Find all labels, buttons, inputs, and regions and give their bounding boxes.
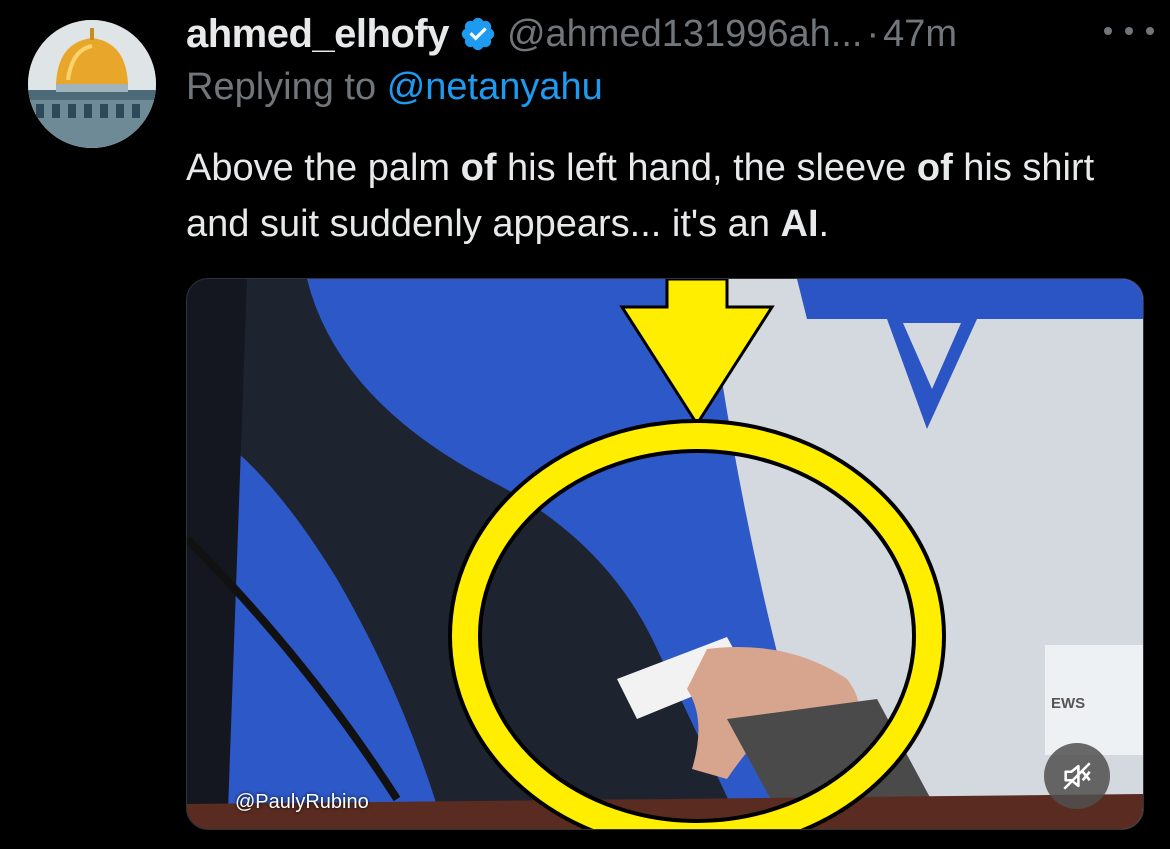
tweet-text: Above the palm of his left hand, the sle…: [186, 140, 1146, 252]
tweet-timestamp[interactable]: 47m: [883, 13, 957, 56]
more-options-icon[interactable]: [1104, 16, 1154, 46]
header-separator: ·: [866, 12, 880, 55]
video-credit-watermark: @PaulyRubino: [235, 791, 369, 813]
news-channel-logo: EWS: [1051, 695, 1086, 712]
tweet-header: ahmed_elhofy @ahmed131996ah... · 47m: [186, 10, 1150, 58]
replying-to-label: Replying to: [186, 66, 377, 108]
tweet-text-bold: of: [460, 147, 497, 189]
author-handle[interactable]: @ahmed131996ah...: [507, 13, 863, 56]
replying-to: Replying to @netanyahu: [186, 66, 603, 109]
video-frame: [187, 279, 1143, 829]
tweet-text-bold: AI: [780, 203, 819, 245]
verified-badge-icon[interactable]: [459, 15, 497, 53]
tweet-video[interactable]: EWS @PaulyRubino: [186, 278, 1144, 830]
tweet-text-segment: his left hand, the sleeve: [496, 147, 917, 189]
reply-target-link[interactable]: @netanyahu: [387, 66, 603, 108]
tweet-text-segment: Above the palm: [186, 147, 461, 189]
dome-of-the-rock-avatar-icon: [28, 20, 156, 148]
tweet-text-segment: .: [818, 203, 830, 245]
news-channel-logo-box: EWS: [1045, 645, 1143, 755]
avatar[interactable]: [28, 20, 156, 148]
author-display-name[interactable]: ahmed_elhofy: [186, 12, 449, 57]
mute-button[interactable]: [1044, 743, 1110, 809]
tweet-text-bold: of: [916, 147, 953, 189]
speaker-muted-icon: [1063, 762, 1091, 790]
